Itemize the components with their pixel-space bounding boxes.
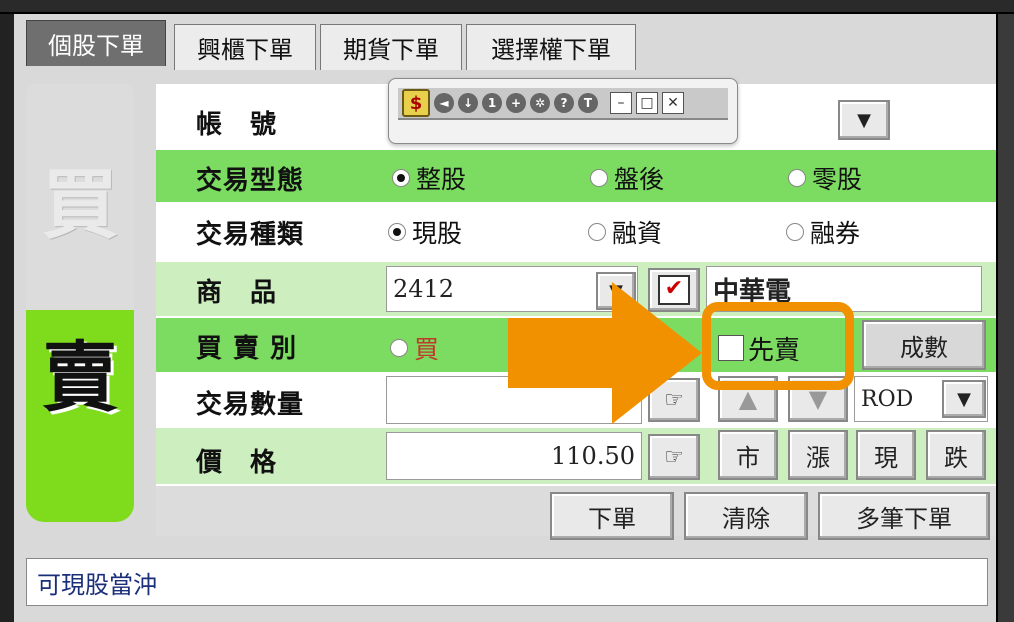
sell-side-button[interactable]: 賣 (26, 310, 134, 522)
status-bar: 可現股當沖 (26, 558, 988, 606)
annotation-arrow-icon (508, 282, 702, 424)
radio-dot (788, 169, 806, 187)
price-current-label: 現 (874, 443, 898, 472)
clear-button[interactable]: 清除 (684, 492, 808, 540)
radio-dot (392, 169, 410, 187)
radio-whole-lot[interactable]: 整股 (392, 160, 466, 196)
tab-futures-order[interactable]: 期貨下單 (320, 24, 462, 70)
back-icon[interactable]: ◄ (434, 93, 454, 113)
help-icon[interactable]: ? (554, 93, 574, 113)
left-strip (0, 14, 14, 622)
sell-side-label: 賣 (42, 333, 118, 422)
radio-margin-buy[interactable]: 融資 (588, 214, 662, 250)
radio-label: 現股 (412, 219, 463, 248)
trade-type-label: 交易型態 (196, 166, 305, 196)
lots-label: 成數 (900, 333, 948, 362)
tab-label: 選擇權下單 (491, 36, 611, 64)
caret-down-icon: ▼ (857, 109, 871, 131)
price-limit-up-label: 漲 (806, 443, 830, 472)
settings-icon[interactable]: ✲ (530, 93, 550, 113)
tab-label: 個股下單 (48, 32, 144, 60)
radio-dot (390, 339, 408, 357)
hand-pointer-icon: ☞ (664, 444, 684, 470)
top-strip (0, 0, 1014, 14)
radio-buy[interactable]: 買 (390, 330, 439, 366)
radio-dot (588, 223, 606, 241)
product-label: 商 品 (196, 278, 278, 308)
radio-dot (590, 169, 608, 187)
batch-label: 多筆下單 (856, 504, 952, 533)
new-window-icon[interactable]: + (506, 93, 526, 113)
price-limit-down-button[interactable]: 跌 (926, 430, 986, 480)
buy-side-button[interactable]: 買 (26, 84, 134, 311)
dollar-icon[interactable]: $ (402, 89, 430, 117)
submit-order-button[interactable]: 下單 (550, 492, 674, 540)
tab-label: 期貨下單 (343, 36, 439, 64)
account-dropdown-button[interactable]: ▼ (838, 100, 890, 140)
annotation-highlight-box (702, 302, 854, 390)
tab-stock-order[interactable]: 個股下單 (26, 20, 166, 66)
account-label: 帳 號 (196, 110, 278, 140)
maximize-icon[interactable]: □ (636, 92, 658, 114)
tab-emerging-order[interactable]: 興櫃下單 (174, 24, 316, 70)
status-message: 可現股當沖 (37, 570, 157, 599)
radio-after-hours[interactable]: 盤後 (590, 160, 664, 196)
submit-label: 下單 (588, 504, 636, 533)
price-market-button[interactable]: 市 (718, 430, 778, 480)
download-icon[interactable]: ↓ (458, 93, 478, 113)
close-icon[interactable]: ✕ (662, 92, 684, 114)
radio-odd-lot[interactable]: 零股 (788, 160, 862, 196)
radio-label: 零股 (812, 165, 863, 194)
minimize-icon[interactable]: – (610, 92, 632, 114)
buy-side-label: 買 (42, 159, 118, 249)
price-limit-down-label: 跌 (944, 443, 968, 472)
radio-dot (786, 223, 804, 241)
radio-label: 買 (414, 335, 440, 364)
one-icon[interactable]: 1 (482, 93, 502, 113)
price-keypad-button[interactable]: ☞ (648, 434, 700, 480)
toolbar-icon-strip: $ ◄ ↓ 1 + ✲ ? T – □ ✕ (398, 88, 728, 120)
price-input[interactable]: 110.50 (386, 432, 642, 480)
lots-button[interactable]: 成數 (862, 320, 986, 370)
radio-label: 整股 (416, 165, 467, 194)
radio-cash[interactable]: 現股 (388, 214, 462, 250)
pin-icon[interactable]: T (578, 93, 598, 113)
tab-options-order[interactable]: 選擇權下單 (466, 24, 636, 70)
caret-down-icon: ▼ (957, 388, 971, 410)
radio-dot (388, 223, 406, 241)
radio-label: 盤後 (614, 165, 665, 194)
clear-label: 清除 (722, 504, 770, 533)
trade-kind-label: 交易種類 (196, 220, 305, 250)
price-current-button[interactable]: 現 (856, 430, 916, 480)
tab-label: 興櫃下單 (197, 36, 293, 64)
buy-sell-label: 買 賣 別 (196, 334, 298, 364)
time-in-force-value: ROD (861, 386, 914, 412)
right-scroll-strip (996, 14, 1014, 622)
radio-label: 融資 (612, 219, 663, 248)
quantity-label: 交易數量 (196, 390, 305, 420)
batch-order-button[interactable]: 多筆下單 (818, 492, 990, 540)
price-value: 110.50 (551, 442, 635, 470)
product-code-value: 2412 (393, 275, 455, 303)
time-in-force-dropdown[interactable]: ▼ (942, 380, 986, 418)
price-limit-up-button[interactable]: 漲 (788, 430, 848, 480)
radio-label: 融券 (810, 219, 861, 248)
price-label: 價 格 (196, 448, 278, 478)
radio-short-sell[interactable]: 融券 (786, 214, 860, 250)
price-market-label: 市 (736, 443, 760, 472)
